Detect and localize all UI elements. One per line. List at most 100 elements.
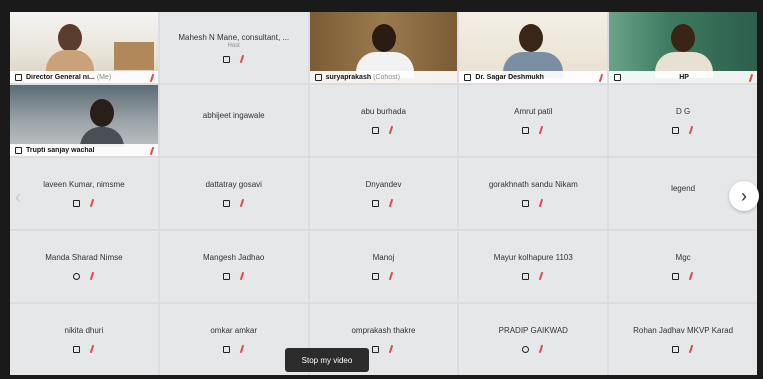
status-icons [222, 199, 246, 207]
participant-name: Trupti sanjay wachal [26, 146, 95, 154]
status-icons [371, 345, 395, 353]
participant-name: omkar amkar [210, 326, 258, 335]
video-off-icon [371, 345, 380, 353]
mic-icon [14, 146, 22, 154]
participant-tile[interactable]: Mahesh N Mane, consultant, ... Host [159, 12, 308, 83]
status-icons [222, 272, 246, 280]
participant-name: Director General ni... [26, 73, 95, 81]
participant-tile[interactable]: Amrut patil [459, 85, 608, 156]
muted-icon [238, 345, 246, 353]
status-icons [671, 126, 695, 134]
left-border [0, 0, 10, 379]
status-icons [671, 345, 695, 353]
participant-tile[interactable]: dattatray gosavi [159, 158, 308, 229]
video-name-label: Dr. Sagar Deshmukh [459, 71, 608, 83]
participant-tile[interactable]: Rohan Jadhav MKVP Karad [609, 304, 757, 375]
muted-icon [747, 74, 753, 81]
status-icons [671, 272, 695, 280]
participant-role: Host [227, 42, 240, 49]
status-icons [521, 272, 545, 280]
participant-tag: (Cohost) [373, 73, 400, 81]
video-off-icon [671, 345, 680, 353]
muted-icon [537, 199, 545, 207]
muted-icon [238, 272, 246, 280]
status-icons [521, 199, 545, 207]
muted-icon [88, 199, 96, 207]
mic-off-icon [521, 345, 530, 353]
participant-name: omprakash thakre [351, 326, 416, 335]
video-off-icon [371, 272, 380, 280]
participant-tile[interactable]: abu burhada [309, 85, 458, 156]
video-name-label: HP [609, 71, 757, 83]
participant-tile[interactable]: nikita dhuri [10, 304, 158, 375]
participant-tile[interactable]: Mgc [609, 231, 757, 302]
participant-tile[interactable]: Manoj [309, 231, 458, 302]
video-name-label: suryaprakash (Cohost) [309, 71, 458, 83]
video-off-icon [72, 199, 80, 207]
bottom-border [0, 375, 763, 379]
muted-icon [238, 199, 246, 207]
participant-tile[interactable]: abhijeet ingawale [159, 85, 308, 156]
participant-tile[interactable]: D G [609, 85, 757, 156]
muted-icon [148, 74, 154, 81]
muted-icon [387, 345, 395, 353]
participant-tile[interactable]: gorakhnath sandu Nikam [459, 158, 608, 229]
participant-name: legend [671, 184, 696, 193]
mic-icon [613, 73, 622, 81]
participant-tile[interactable]: Mangesh Jadhao [159, 231, 308, 302]
participant-tile-video-active-speaker[interactable]: suryaprakash (Cohost) [309, 12, 458, 83]
participant-name: PRADIP GAIKWAD [498, 326, 568, 335]
muted-icon [687, 126, 695, 134]
video-name-label: Director General ni... (Me) [10, 71, 158, 83]
mic-icon [314, 73, 322, 81]
next-page-button[interactable]: › [729, 181, 759, 211]
participant-tile-video[interactable]: Director General ni... (Me) [10, 12, 158, 83]
gallery-grid: Director General ni... (Me) Mahesh N Man… [10, 12, 757, 375]
status-icons [72, 345, 96, 353]
muted-icon [537, 272, 545, 280]
muted-icon [687, 272, 695, 280]
status-icons [521, 126, 545, 134]
video-off-icon [222, 55, 230, 63]
participant-tile[interactable]: Manda Sharad Nimse [10, 231, 158, 302]
status-icons [371, 199, 395, 207]
participant-tile-video[interactable]: HP [609, 12, 757, 83]
muted-icon [238, 55, 246, 63]
participant-tile[interactable]: Mayur kolhapure 1103 [459, 231, 608, 302]
participant-name: HP [679, 73, 689, 81]
status-icons [521, 345, 545, 353]
participant-name: suryaprakash [325, 73, 372, 81]
participant-tile[interactable]: Dnyandev [309, 158, 458, 229]
video-off-icon [521, 199, 530, 207]
status-icons [72, 272, 96, 280]
mic-icon [14, 73, 22, 81]
participant-name: D G [675, 107, 691, 116]
participant-tile[interactable]: PRADIP GAIKWAD [459, 304, 608, 375]
status-icons [371, 126, 395, 134]
meeting-window: Director General ni... (Me) Mahesh N Man… [0, 0, 763, 379]
video-off-icon [521, 126, 530, 134]
muted-icon [537, 126, 545, 134]
video-off-icon [222, 199, 230, 207]
participant-tile-video[interactable]: Trupti sanjay wachal [10, 85, 158, 156]
participant-name: Dr. Sagar Deshmukh [475, 73, 544, 81]
mic-icon [463, 73, 472, 81]
participant-name: Dnyandev [365, 180, 402, 189]
muted-icon [597, 74, 603, 81]
participant-name: Amrut patil [514, 107, 553, 116]
participant-tile[interactable]: laveen Kumar, nimsme [10, 158, 158, 229]
muted-icon [387, 126, 395, 134]
participant-tag: (Me) [96, 73, 112, 81]
video-name-label: Trupti sanjay wachal [10, 144, 158, 156]
top-border [0, 0, 763, 12]
stop-video-button[interactable]: Stop my video [285, 348, 369, 372]
participant-name: laveen Kumar, nimsme [43, 180, 125, 189]
video-off-icon [521, 272, 530, 280]
muted-icon [148, 147, 154, 154]
prev-page-button[interactable]: ‹ [15, 187, 21, 208]
video-off-icon [222, 345, 230, 353]
participant-tile-video[interactable]: Dr. Sagar Deshmukh [459, 12, 608, 83]
participant-name: Mangesh Jadhao [203, 253, 265, 262]
muted-icon [687, 345, 695, 353]
participant-name: abu burhada [361, 107, 406, 116]
